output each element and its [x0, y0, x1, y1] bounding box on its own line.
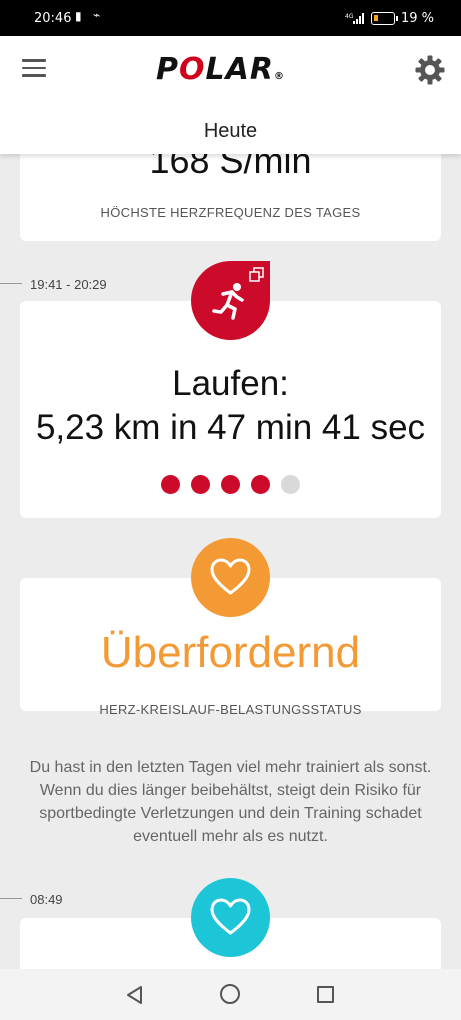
- cardio-load-badge[interactable]: [191, 538, 270, 617]
- rating-dot-filled: [251, 475, 270, 494]
- menu-icon[interactable]: [22, 59, 46, 77]
- recent-apps-icon[interactable]: [317, 986, 334, 1003]
- multisport-icon: [249, 267, 264, 282]
- signal-icon: 4G: [345, 13, 364, 24]
- notification-icon: ▮: [75, 9, 82, 23]
- next-entry-badge[interactable]: [191, 878, 270, 957]
- running-activity-badge[interactable]: [191, 261, 270, 340]
- status-bar: 20:46 ▮ ⌁ 4G 19 %: [0, 0, 461, 36]
- session-time: 19:41 - 20:29: [30, 277, 107, 292]
- system-nav-bar: [0, 969, 461, 1020]
- heart-icon: [210, 898, 251, 935]
- entry-time: 08:49: [30, 892, 63, 907]
- cardio-load-label: HERZ-KREISLAUF-BELASTUNGSSTATUS: [99, 702, 362, 717]
- battery-level: [374, 15, 378, 21]
- rating-dot-empty: [281, 475, 300, 494]
- status-time: 20:46: [34, 11, 72, 26]
- cardio-load-status: Überfordernd: [100, 628, 361, 677]
- timeline-marker: [0, 283, 22, 284]
- network-type: 4G: [345, 13, 354, 20]
- session-sport: Laufen:: [172, 364, 289, 403]
- session-summary: 5,23 km in 47 min 41 sec: [35, 408, 426, 447]
- polar-logo: POLAR®: [156, 52, 285, 87]
- date-title: Heute: [203, 120, 258, 142]
- date-header: Heute: [0, 102, 461, 154]
- running-icon: [212, 283, 244, 320]
- heart-icon: [210, 558, 251, 595]
- cardio-load-description: Du hast in den letzten Tagen viel mehr t…: [29, 759, 432, 845]
- battery-percent: 19 %: [401, 11, 435, 26]
- back-icon[interactable]: [125, 985, 145, 1005]
- gear-icon[interactable]: [414, 54, 446, 86]
- activity-notification-icon: ⌁: [93, 8, 101, 22]
- heart-rate-label: HÖCHSTE HERZFREQUENZ DES TAGES: [100, 205, 361, 220]
- rating-dot-filled: [221, 475, 240, 494]
- app-bar: POLAR®: [0, 36, 461, 102]
- rating-dot-filled: [191, 475, 210, 494]
- rating-dot-filled: [161, 475, 180, 494]
- timeline-marker: [0, 898, 22, 899]
- home-icon[interactable]: [220, 984, 240, 1004]
- battery-icon: [371, 12, 398, 25]
